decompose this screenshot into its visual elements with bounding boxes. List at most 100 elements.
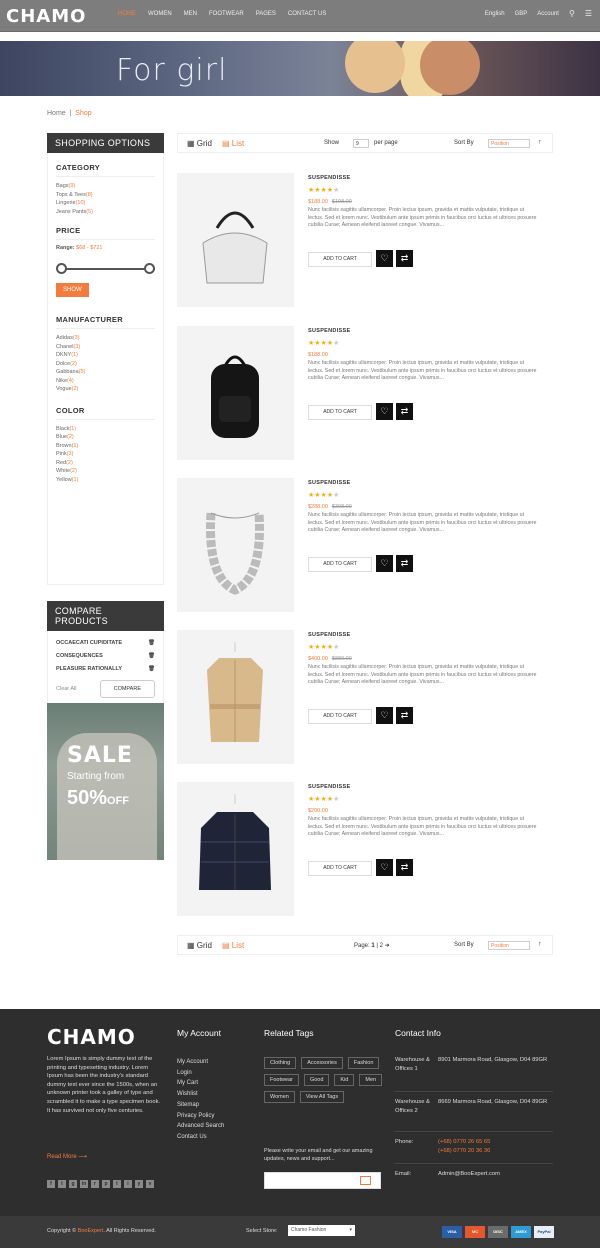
clear-all-link[interactable]: Clear All xyxy=(56,686,76,692)
add-to-cart-button[interactable]: ADD TO CART xyxy=(308,861,372,876)
nav-women[interactable]: WOMEN xyxy=(148,11,172,17)
sort-select[interactable]: Position xyxy=(488,139,530,148)
sale-banner[interactable]: SALE Starting from 50%OFF xyxy=(47,703,164,860)
color-item[interactable]: Blue(2) xyxy=(56,433,155,442)
category-item[interactable]: Tops & Tees(8) xyxy=(56,191,155,200)
compare-shuffle-icon[interactable]: ⇄ xyxy=(396,250,413,267)
compare-button[interactable]: COMPARE xyxy=(99,680,155,698)
nav-home[interactable]: HOME xyxy=(118,11,136,17)
sort-select[interactable]: Position xyxy=(488,941,530,950)
footer-link[interactable]: Advanced Search xyxy=(177,1121,224,1132)
manufacturer-item[interactable]: Adidas(3) xyxy=(56,334,155,343)
product-image[interactable] xyxy=(177,782,294,916)
product-name[interactable]: SUSPENDISSE xyxy=(308,328,350,334)
breadcrumb-home[interactable]: Home xyxy=(47,110,66,117)
wishlist-heart-icon[interactable]: ♡ xyxy=(376,403,393,420)
tag[interactable]: Fashion xyxy=(347,1057,380,1069)
tag[interactable]: Women xyxy=(264,1091,295,1103)
rss-icon[interactable]: r xyxy=(91,1180,99,1188)
footer-link[interactable]: Sitemap xyxy=(177,1100,224,1111)
color-item[interactable]: Pink(3) xyxy=(56,450,155,459)
list-view-toggle[interactable]: ▤ List xyxy=(222,941,244,950)
footer-link[interactable]: Login xyxy=(177,1068,224,1079)
compare-shuffle-icon[interactable]: ⇄ xyxy=(396,555,413,572)
manufacturer-item[interactable]: DKNY(1) xyxy=(56,351,155,360)
product-image[interactable] xyxy=(177,630,294,764)
product-name[interactable]: SUSPENDISSE xyxy=(308,784,350,790)
googleplus-icon[interactable]: g xyxy=(69,1180,77,1188)
footer-link[interactable]: My Account xyxy=(177,1057,224,1068)
compare-item[interactable]: CONSEQUENCES 🗑 xyxy=(56,650,155,663)
slider-max-handle[interactable] xyxy=(144,263,155,274)
tag[interactable]: Kid xyxy=(334,1074,355,1086)
trash-icon[interactable]: 🗑 xyxy=(148,663,155,676)
footer-link[interactable]: Privacy Policy xyxy=(177,1111,224,1122)
currency-select[interactable]: GBP xyxy=(515,11,528,18)
compare-shuffle-icon[interactable]: ⇄ xyxy=(396,859,413,876)
facebook-icon[interactable]: f xyxy=(47,1180,55,1188)
footer-link[interactable]: Wishlist xyxy=(177,1089,224,1100)
color-item[interactable]: Brown(1) xyxy=(56,442,155,451)
product-image[interactable] xyxy=(177,173,294,307)
tag[interactable]: Footwear xyxy=(264,1074,299,1086)
tag[interactable]: Accessories xyxy=(301,1057,343,1069)
linkedin-icon[interactable]: in xyxy=(80,1180,88,1188)
page-1[interactable]: 1 xyxy=(371,943,374,949)
manufacturer-item[interactable]: Nike(4) xyxy=(56,377,155,386)
next-arrow-icon[interactable]: ➜ xyxy=(385,943,390,949)
wishlist-heart-icon[interactable]: ♡ xyxy=(376,859,393,876)
nav-footwear[interactable]: FOOTWEAR xyxy=(209,11,244,17)
account-menu[interactable]: Account xyxy=(537,11,559,18)
instagram-icon[interactable]: i xyxy=(124,1180,132,1188)
vimeo-icon[interactable]: v xyxy=(146,1180,154,1188)
compare-item[interactable]: PLEASURE RATIONALLY 🗑 xyxy=(56,663,155,676)
trash-icon[interactable]: 🗑 xyxy=(148,637,155,650)
color-item[interactable]: White(2) xyxy=(56,467,155,476)
nav-pages[interactable]: PAGES xyxy=(256,11,276,17)
tumblr-icon[interactable]: t xyxy=(113,1180,121,1188)
youtube-icon[interactable]: y xyxy=(135,1180,143,1188)
logo[interactable]: CHAMO xyxy=(6,6,86,27)
compare-shuffle-icon[interactable]: ⇄ xyxy=(396,707,413,724)
page-2[interactable]: 2 xyxy=(380,943,383,949)
wishlist-heart-icon[interactable]: ♡ xyxy=(376,555,393,572)
footer-logo[interactable]: CHAMO xyxy=(47,1025,136,1049)
category-item[interactable]: Lingerie(10) xyxy=(56,199,155,208)
product-image[interactable] xyxy=(177,478,294,612)
color-item[interactable]: Yellow(1) xyxy=(56,476,155,485)
slider-min-handle[interactable] xyxy=(56,263,67,274)
category-item[interactable]: Bags(9) xyxy=(56,182,155,191)
newsletter-email-input[interactable] xyxy=(264,1172,381,1189)
compare-item[interactable]: OCCAECATI CUPIDITATE 🗑 xyxy=(56,637,155,650)
compare-shuffle-icon[interactable]: ⇄ xyxy=(396,403,413,420)
footer-link[interactable]: My Cart xyxy=(177,1078,224,1089)
read-more-link[interactable]: Read More ⟶ xyxy=(47,1153,87,1160)
tag[interactable]: Good xyxy=(303,1074,330,1086)
language-select[interactable]: English xyxy=(485,11,505,18)
search-icon[interactable]: ⚲ xyxy=(569,9,575,18)
show-select[interactable]: 9 xyxy=(353,139,369,148)
sort-direction-icon[interactable]: ↑ xyxy=(538,941,542,948)
product-image[interactable] xyxy=(177,326,294,460)
manufacturer-item[interactable]: Vogue(2) xyxy=(56,385,155,394)
manufacturer-item[interactable]: Gabbana(5) xyxy=(56,368,155,377)
add-to-cart-button[interactable]: ADD TO CART xyxy=(308,557,372,572)
tag[interactable]: Men xyxy=(359,1074,383,1086)
product-name[interactable]: SUSPENDISSE xyxy=(308,175,350,181)
category-item[interactable]: Jeans Pants(5) xyxy=(56,208,155,217)
menu-icon[interactable]: ☰ xyxy=(585,9,592,18)
tag[interactable]: View All Tags xyxy=(299,1091,345,1103)
add-to-cart-button[interactable]: ADD TO CART xyxy=(308,405,372,420)
wishlist-heart-icon[interactable]: ♡ xyxy=(376,250,393,267)
manufacturer-item[interactable]: Dolce(2) xyxy=(56,360,155,369)
add-to-cart-button[interactable]: ADD TO CART xyxy=(308,709,372,724)
nav-contact[interactable]: CONTACT US xyxy=(288,11,326,17)
product-name[interactable]: SUSPENDISSE xyxy=(308,480,350,486)
nav-men[interactable]: MEN xyxy=(184,11,197,17)
color-item[interactable]: Red(2) xyxy=(56,459,155,468)
store-select[interactable]: Chamo Fashion ▾ xyxy=(288,1225,355,1236)
show-button[interactable]: SHOW xyxy=(56,283,89,297)
grid-view-toggle[interactable]: ▦ Grid xyxy=(187,941,212,950)
tag[interactable]: Clothing xyxy=(264,1057,297,1069)
product-name[interactable]: SUSPENDISSE xyxy=(308,632,350,638)
